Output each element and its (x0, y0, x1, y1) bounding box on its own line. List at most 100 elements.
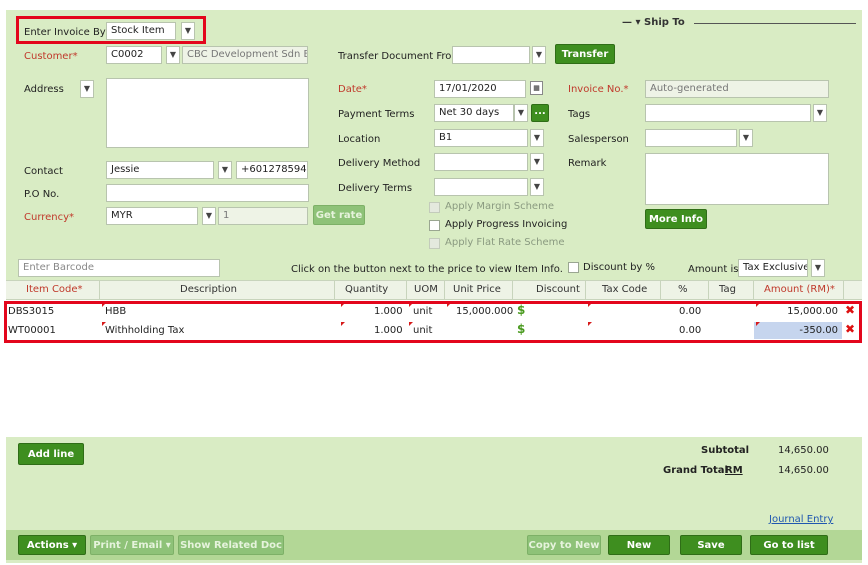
col-divider (660, 280, 661, 300)
salesperson-label: Salesperson (568, 134, 629, 145)
col-divider (406, 280, 407, 300)
col-unit-price: Unit Price (453, 284, 501, 295)
barcode-input[interactable]: Enter Barcode (18, 259, 220, 277)
col-divider (585, 280, 586, 300)
tags-select[interactable] (645, 104, 811, 122)
delivery-method-select[interactable] (434, 153, 528, 171)
col-discount: Discount (536, 284, 580, 295)
go-to-list-button[interactable]: Go to list (750, 535, 828, 555)
col-divider (512, 280, 513, 300)
chevron-down-icon[interactable]: ▼ (514, 104, 528, 122)
col-divider (753, 280, 754, 300)
subtotal-label: Subtotal (701, 445, 750, 456)
flat-rate-checkbox[interactable] (429, 238, 440, 249)
ship-to-divider (694, 23, 856, 24)
print-email-button[interactable]: Print / Email ▾ (90, 535, 174, 555)
calendar-icon[interactable]: ▦ (530, 81, 543, 95)
customer-name-field: CBC Development Sdn Bhc (182, 46, 308, 64)
highlight-line-items (4, 301, 862, 343)
amount-is-label: Amount is: (688, 264, 742, 275)
progress-invoicing-checkbox[interactable] (429, 220, 440, 231)
add-line-button[interactable]: Add line (18, 443, 84, 465)
chevron-down-icon[interactable]: ▼ (218, 161, 232, 179)
col-divider (334, 280, 335, 300)
collapse-icon[interactable]: — ▾ (622, 17, 641, 28)
save-button[interactable]: Save (680, 535, 742, 555)
location-label: Location (338, 134, 381, 145)
amount-is-select[interactable]: Tax Exclusive (738, 259, 808, 277)
grand-total-currency-link[interactable]: RM (725, 465, 743, 476)
currency-select[interactable]: MYR (106, 207, 198, 225)
chevron-down-icon[interactable]: ▼ (80, 80, 94, 98)
col-tax-code: Tax Code (602, 284, 648, 295)
contact-phone-input[interactable]: +6012785946 (236, 161, 308, 179)
chevron-down-icon[interactable]: ▼ (166, 46, 180, 64)
get-rate-button[interactable]: Get rate (313, 205, 365, 225)
show-related-doc-button[interactable]: Show Related Doc (178, 535, 284, 555)
subtotal-value: 14,650.00 (778, 445, 829, 456)
col-divider (708, 280, 709, 300)
journal-entry-link[interactable]: Journal Entry (769, 514, 833, 525)
payment-terms-select[interactable]: Net 30 days (434, 104, 514, 122)
caret-down-icon: ▾ (165, 540, 171, 551)
transfer-label: Transfer Document From (338, 51, 462, 62)
copy-to-new-button[interactable]: Copy to New (527, 535, 601, 555)
chevron-down-icon[interactable]: ▼ (530, 153, 544, 171)
chevron-down-icon[interactable]: ▼ (739, 129, 753, 147)
po-no-input[interactable] (106, 184, 309, 202)
date-input[interactable]: 17/01/2020 (434, 80, 526, 98)
date-label: Date* (338, 84, 367, 95)
address-textarea[interactable] (106, 78, 309, 148)
discount-percent-checkbox[interactable] (568, 262, 579, 273)
new-button[interactable]: New (608, 535, 670, 555)
discount-percent-label: Discount by % (583, 262, 656, 273)
chevron-down-icon[interactable]: ▼ (530, 129, 544, 147)
payment-terms-label: Payment Terms (338, 109, 415, 120)
contact-select[interactable]: Jessie (106, 161, 214, 179)
customer-label: Customer* (24, 51, 78, 62)
highlight-invoice-by (16, 16, 206, 44)
location-select[interactable]: B1 (434, 129, 528, 147)
payment-terms-more-button[interactable]: ... (531, 104, 549, 122)
col-description: Description (180, 284, 237, 295)
chevron-down-icon[interactable]: ▼ (202, 207, 216, 225)
invoice-no-input[interactable]: Auto-generated (645, 80, 829, 98)
remark-label: Remark (568, 158, 607, 169)
address-label: Address (24, 84, 64, 95)
customer-code-input[interactable]: C0002 (106, 46, 162, 64)
col-tag: Tag (719, 284, 736, 295)
delivery-terms-label: Delivery Terms (338, 183, 413, 194)
contact-label: Contact (24, 166, 63, 177)
actions-button[interactable]: Actions ▾ (18, 535, 86, 555)
progress-invoicing-label: Apply Progress Invoicing (445, 219, 568, 230)
chevron-down-icon[interactable]: ▼ (813, 104, 827, 122)
chevron-down-icon[interactable]: ▼ (530, 178, 544, 196)
transfer-button[interactable]: Transfer (555, 44, 615, 64)
col-item-code: Item Code* (26, 284, 83, 295)
transfer-select[interactable] (452, 46, 530, 64)
ship-to-header[interactable]: — ▾ Ship To (622, 17, 685, 28)
caret-down-icon: ▾ (72, 540, 78, 551)
margin-scheme-checkbox[interactable] (429, 202, 440, 213)
more-info-button[interactable]: More Info (645, 209, 707, 229)
col-uom: UOM (414, 284, 438, 295)
flat-rate-label: Apply Flat Rate Scheme (445, 237, 565, 248)
delivery-terms-select[interactable] (434, 178, 528, 196)
chevron-down-icon[interactable]: ▼ (811, 259, 825, 277)
salesperson-select[interactable] (645, 129, 737, 147)
col-percent: % (678, 284, 688, 295)
col-divider (843, 280, 844, 300)
col-divider (444, 280, 445, 300)
chevron-down-icon[interactable]: ▼ (532, 46, 546, 64)
tags-label: Tags (568, 109, 591, 120)
grand-total-label: Grand Total (663, 465, 728, 476)
margin-scheme-label: Apply Margin Scheme (445, 201, 554, 212)
price-hint-text: Click on the button next to the price to… (291, 264, 563, 275)
col-quantity: Quantity (345, 284, 389, 295)
grand-total-value: 14,650.00 (778, 465, 829, 476)
col-divider (99, 280, 100, 300)
currency-rate-input[interactable]: 1 (218, 207, 308, 225)
col-amount: Amount (RM)* (764, 284, 835, 295)
remark-textarea[interactable] (645, 153, 829, 205)
currency-label: Currency* (24, 212, 75, 223)
